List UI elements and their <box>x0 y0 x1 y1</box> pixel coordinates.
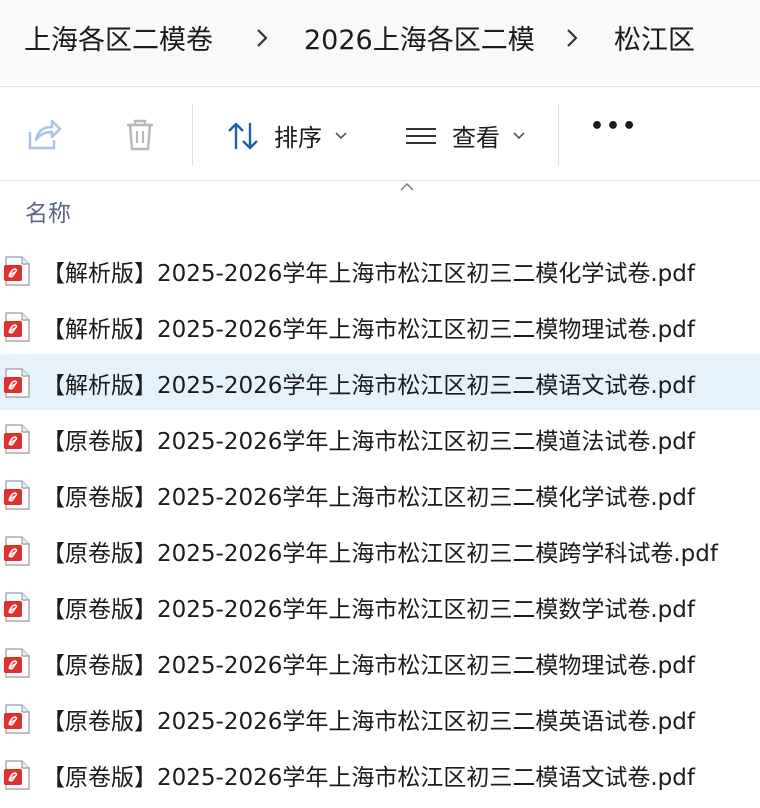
chevron-down-icon <box>335 131 347 139</box>
list-header: 名称 <box>0 182 760 234</box>
breadcrumb-item-year[interactable]: 2026上海各区二模 <box>304 18 535 57</box>
file-name: 【原卷版】2025-2026学年上海市松江区初三二模数学试卷.pdf <box>42 597 695 623</box>
pdf-icon <box>4 480 30 510</box>
header-top-divider <box>0 180 760 181</box>
pdf-icon <box>4 312 30 342</box>
file-name: 【解析版】2025-2026学年上海市松江区初三二模化学试卷.pdf <box>42 261 695 287</box>
pdf-icon <box>4 648 30 678</box>
file-name: 【原卷版】2025-2026学年上海市松江区初三二模跨学科试卷.pdf <box>42 541 718 567</box>
file-row[interactable]: 【原卷版】2025-2026学年上海市松江区初三二模数学试卷.pdf <box>0 578 760 634</box>
file-row[interactable]: 【原卷版】2025-2026学年上海市松江区初三二模英语试卷.pdf <box>0 690 760 746</box>
sort-label: 排序 <box>274 124 322 152</box>
sort-arrows-icon <box>228 122 258 149</box>
view-button[interactable]: 查看 <box>404 118 526 153</box>
pdf-icon <box>4 704 30 734</box>
chevron-down-icon <box>513 131 525 139</box>
file-row[interactable]: 【原卷版】2025-2026学年上海市松江区初三二模道法试卷.pdf <box>0 410 760 466</box>
file-name: 【解析版】2025-2026学年上海市松江区初三二模物理试卷.pdf <box>42 317 695 343</box>
file-name: 【原卷版】2025-2026学年上海市松江区初三二模英语试卷.pdf <box>42 709 695 735</box>
file-row[interactable]: 【原卷版】2025-2026学年上海市松江区初三二模物理试卷.pdf <box>0 634 760 690</box>
breadcrumb-item-district[interactable]: 松江区 <box>614 18 695 57</box>
pdf-icon <box>4 424 30 454</box>
file-row[interactable]: 【解析版】2025-2026学年上海市松江区初三二模化学试卷.pdf <box>0 242 760 298</box>
file-list: 【解析版】2025-2026学年上海市松江区初三二模化学试卷.pdf 【解析版】2… <box>0 242 760 802</box>
file-row[interactable]: 【原卷版】2025-2026学年上海市松江区初三二模跨学科试卷.pdf <box>0 522 760 578</box>
file-name: 【原卷版】2025-2026学年上海市松江区初三二模道法试卷.pdf <box>42 429 695 455</box>
pdf-icon <box>4 256 30 286</box>
share-button[interactable] <box>26 118 62 152</box>
column-header-name[interactable]: 名称 <box>25 194 71 228</box>
delete-button[interactable] <box>124 118 156 152</box>
file-name: 【原卷版】2025-2026学年上海市松江区初三二模物理试卷.pdf <box>42 653 695 679</box>
toolbar-top-divider <box>0 86 760 87</box>
file-name: 【原卷版】2025-2026学年上海市松江区初三二模化学试卷.pdf <box>42 485 695 511</box>
breadcrumb-item-root[interactable]: 上海各区二模卷 <box>24 18 213 57</box>
file-row[interactable]: 【解析版】2025-2026学年上海市松江区初三二模物理试卷.pdf <box>0 298 760 354</box>
file-name: 【原卷版】2025-2026学年上海市松江区初三二模语文试卷.pdf <box>42 765 695 791</box>
more-icon: ••• <box>590 114 639 139</box>
more-options-button[interactable]: ••• <box>590 114 638 139</box>
sort-ascending-caret-icon <box>400 182 414 191</box>
file-name: 【解析版】2025-2026学年上海市松江区初三二模语文试卷.pdf <box>42 373 695 399</box>
sort-button[interactable]: 排序 <box>226 118 348 153</box>
file-row[interactable]: 【原卷版】2025-2026学年上海市松江区初三二模语文试卷.pdf <box>0 746 760 802</box>
chevron-right-icon <box>257 29 268 47</box>
pdf-icon <box>4 760 30 790</box>
pdf-icon <box>4 368 30 398</box>
toolbar-separator <box>192 104 193 166</box>
pdf-icon <box>4 536 30 566</box>
pdf-icon <box>4 592 30 622</box>
view-label: 查看 <box>452 124 500 152</box>
share-icon <box>28 119 62 150</box>
list-view-icon <box>406 127 436 144</box>
file-row[interactable]: 【原卷版】2025-2026学年上海市松江区初三二模化学试卷.pdf <box>0 466 760 522</box>
chevron-right-icon <box>567 29 578 47</box>
file-row[interactable]: 【解析版】2025-2026学年上海市松江区初三二模语文试卷.pdf <box>0 354 760 410</box>
toolbar-separator <box>558 104 559 166</box>
toolbar: 排序 查看 ••• <box>0 88 760 180</box>
breadcrumb: 上海各区二模卷 2026上海各区二模 松江区 <box>0 0 760 80</box>
trash-icon <box>127 119 153 151</box>
